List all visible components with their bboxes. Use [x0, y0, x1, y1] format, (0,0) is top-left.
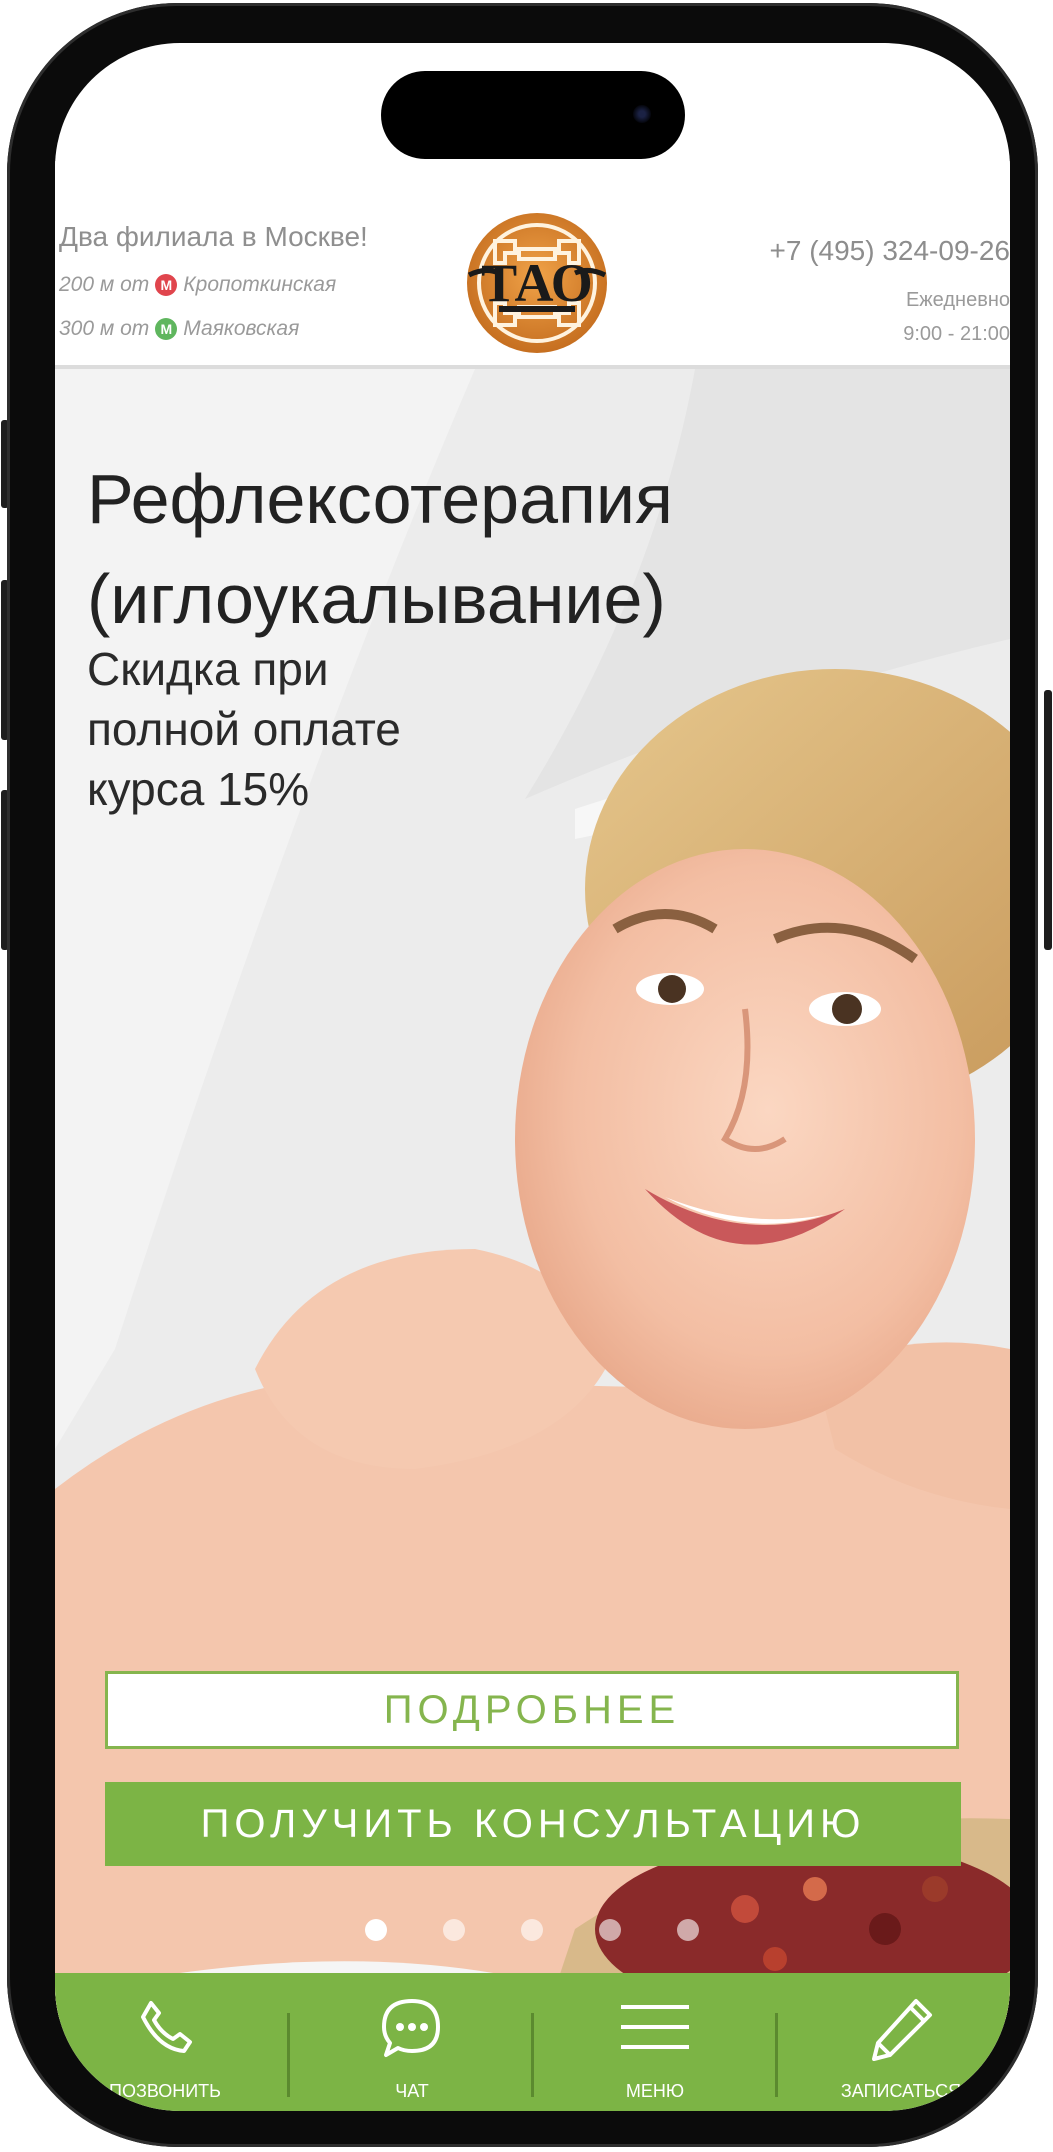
metro-info-kropotkinskaya: 200 м от М Кропоткинская [59, 273, 336, 297]
nav-signup[interactable]: ЗАПИСАТЬСЯ [811, 1973, 991, 2111]
nav-chat[interactable]: ЧАТ [322, 1973, 502, 2111]
metro-icon: М [155, 318, 178, 340]
hero-title-line: Рефлексотерапия [87, 460, 673, 538]
metro-distance: 200 м от [59, 273, 150, 296]
front-camera-icon [633, 105, 651, 123]
chat-icon [382, 1999, 440, 2057]
branches-title: Два филиала в Москве! [59, 221, 368, 252]
hours-label: Ежедневно [905, 289, 1010, 311]
hero-subtitle: Скидка при полной оплате курса 15% [87, 639, 507, 819]
nav-menu-label: МЕНЮ [625, 2081, 685, 2101]
hero-subtitle-line: Скидка при [87, 643, 329, 695]
power-button [1044, 690, 1052, 950]
menu-icon [621, 2005, 689, 2049]
hero-slider[interactable]: Рефлексотерапия (иглоукалывание) Скидка … [55, 369, 1010, 2019]
hours-time: 9:00 - 21:00 [903, 323, 1010, 345]
metro-distance: 300 м от [59, 317, 150, 340]
hero-title: Рефлексотерапия (иглоукалывание) [87, 449, 673, 649]
nav-menu[interactable]: МЕНЮ [565, 1973, 745, 2111]
hero-subtitle-line: полной оплате [87, 703, 401, 755]
more-details-button[interactable]: ПОДРОБНЕЕ [105, 1671, 959, 1749]
slider-dot[interactable] [443, 1919, 465, 1941]
contact-phone[interactable]: +7 (495) 324-09-26 [769, 235, 1010, 267]
bottom-nav: ПОЗВОНИТЬ ЧАТ МЕНЮ ЗАПИСАТЬСЯ [55, 1973, 1010, 2111]
svg-text:ТАО: ТАО [481, 253, 593, 313]
phone-screen: Два филиала в Москве! 200 м от М Кропотк… [55, 43, 1010, 2111]
metro-icon: М [155, 274, 178, 296]
metro-station: Кропоткинская [183, 273, 337, 296]
slider-dot[interactable] [521, 1919, 543, 1941]
slider-dot[interactable] [677, 1919, 699, 1941]
pencil-icon [872, 1999, 932, 2061]
nav-chat-label: ЧАТ [395, 2081, 429, 2101]
metro-info-mayakovskaya: 300 м от М Маяковская [59, 317, 299, 341]
slider-dot[interactable] [365, 1919, 387, 1941]
nav-call[interactable]: ПОЗВОНИТЬ [75, 1973, 255, 2111]
metro-station: Маяковская [183, 317, 300, 340]
hero-subtitle-line: курса 15% [87, 763, 310, 815]
nav-signup-label: ЗАПИСАТЬСЯ [840, 2081, 962, 2101]
dynamic-island [381, 71, 685, 159]
slider-dot[interactable] [599, 1919, 621, 1941]
tao-logo[interactable]: ТАО [455, 211, 619, 355]
nav-call-label: ПОЗВОНИТЬ [109, 2081, 221, 2101]
hero-title-line: (иглоукалывание) [87, 560, 666, 638]
get-consultation-button[interactable]: ПОЛУЧИТЬ КОНСУЛЬТАЦИЮ [105, 1782, 961, 1866]
slider-dots [55, 1919, 1010, 1943]
phone-icon [141, 2001, 192, 2053]
site-header: Два филиала в Москве! 200 м от М Кропотк… [55, 161, 1010, 367]
phone-frame: Два филиала в Москве! 200 м от М Кропотк… [7, 3, 1038, 2147]
